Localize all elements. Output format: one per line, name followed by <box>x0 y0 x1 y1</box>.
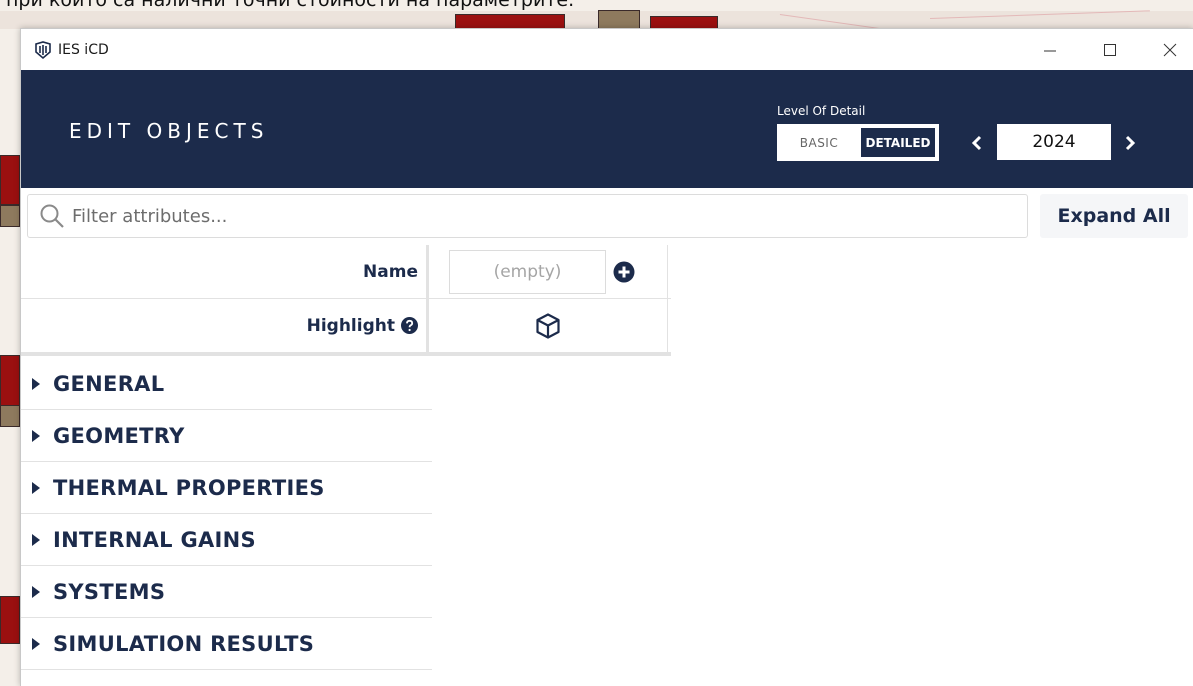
attribute-sections: GENERAL GEOMETRY THERMAL PROPERTIES INTE… <box>21 358 432 670</box>
caret-right-icon <box>32 377 40 390</box>
section-label: SIMULATION RESULTS <box>53 631 315 656</box>
section-internal-gains[interactable]: INTERNAL GAINS <box>21 514 432 566</box>
section-general[interactable]: GENERAL <box>21 358 432 410</box>
minimize-icon <box>1044 50 1056 51</box>
background-block <box>598 10 640 30</box>
caret-right-icon <box>32 429 40 442</box>
attribute-label: Name <box>21 245 429 298</box>
lod-basic-option[interactable]: BASIC <box>779 126 859 159</box>
caret-right-icon <box>32 585 40 598</box>
highlight-label: Highlight <box>306 315 395 336</box>
attribute-label: Highlight <box>21 299 429 352</box>
background-block <box>0 355 20 410</box>
background-strip <box>0 11 1193 29</box>
background-text: при които са налични точни стойности на … <box>6 0 575 11</box>
search-icon <box>38 202 66 230</box>
attribute-row-highlight: Highlight <box>21 299 671 353</box>
page-title: EDIT OBJECTS <box>69 119 269 143</box>
filter-attributes-input[interactable] <box>72 205 972 227</box>
edit-objects-header: EDIT OBJECTS Level Of Detail BASIC DETAI… <box>21 70 1193 188</box>
name-label: Name <box>363 261 418 282</box>
section-label: THERMAL PROPERTIES <box>53 475 325 500</box>
expand-all-button[interactable]: Expand All <box>1040 194 1188 238</box>
cube-icon <box>536 312 560 339</box>
year-previous-button[interactable] <box>968 130 986 156</box>
section-label: INTERNAL GAINS <box>53 527 256 552</box>
lod-detailed-option[interactable]: DETAILED <box>861 128 935 157</box>
caret-right-icon <box>32 481 40 494</box>
section-label: GEOMETRY <box>53 423 185 448</box>
chevron-left-icon <box>971 135 982 151</box>
section-label: SYSTEMS <box>53 579 166 604</box>
background-block <box>0 596 20 644</box>
help-icon[interactable] <box>401 317 418 334</box>
maximize-button[interactable] <box>1087 29 1133 70</box>
window-title: IES iCD <box>58 41 109 58</box>
section-systems[interactable]: SYSTEMS <box>21 566 432 618</box>
section-thermal-properties[interactable]: THERMAL PROPERTIES <box>21 462 432 514</box>
app-window: IES iCD EDIT OBJECTS Level Of Detail BAS… <box>20 28 1193 686</box>
filter-box[interactable] <box>27 194 1029 238</box>
title-bar[interactable]: IES iCD <box>21 29 1193 70</box>
section-label: GENERAL <box>53 371 165 396</box>
name-input[interactable]: (empty) <box>449 249 606 294</box>
background-block <box>0 155 20 205</box>
background-block <box>0 205 20 227</box>
maximize-icon <box>1104 43 1116 56</box>
chevron-right-icon <box>1125 135 1136 151</box>
attribute-value: (empty) <box>429 245 668 298</box>
section-simulation-results[interactable]: SIMULATION RESULTS <box>21 618 432 670</box>
window-controls <box>1013 29 1193 70</box>
app-logo-icon <box>33 40 53 60</box>
year-next-button[interactable] <box>1121 130 1139 156</box>
level-of-detail-label: Level Of Detail <box>777 104 866 118</box>
year-field[interactable]: 2024 <box>997 124 1111 160</box>
attribute-row-name: Name (empty) <box>21 245 671 299</box>
minimize-button[interactable] <box>1027 29 1073 70</box>
caret-right-icon <box>32 533 40 546</box>
table-bottom-border <box>21 353 671 356</box>
close-icon <box>1163 43 1177 56</box>
highlight-toggle[interactable] <box>429 312 667 340</box>
attributes-table: Name (empty) Highlight <box>21 245 671 356</box>
filter-bar: Expand All <box>21 188 1193 244</box>
add-circle-icon[interactable] <box>613 261 635 283</box>
caret-right-icon <box>32 637 40 650</box>
attribute-value <box>429 299 668 352</box>
section-geometry[interactable]: GEOMETRY <box>21 410 432 462</box>
background-block <box>0 405 20 427</box>
close-button[interactable] <box>1147 29 1193 70</box>
level-of-detail-toggle: BASIC DETAILED <box>777 124 939 161</box>
